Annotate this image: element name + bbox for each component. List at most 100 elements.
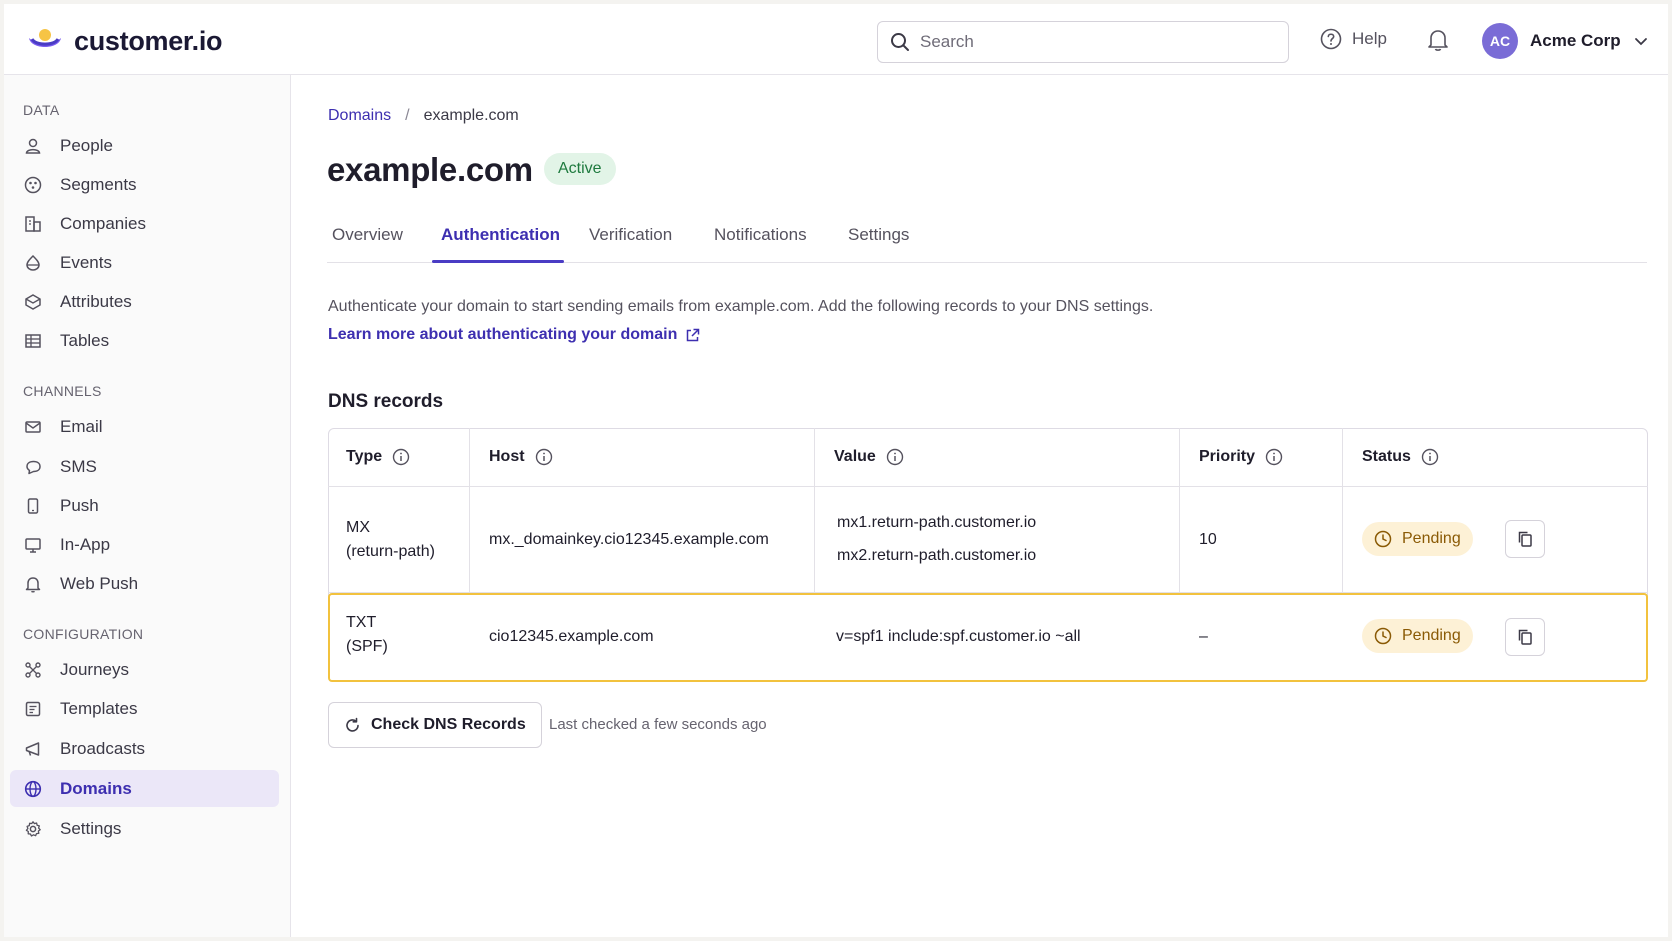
type-line: MX (346, 519, 370, 536)
sidebar-item-templates[interactable]: Templates (10, 690, 279, 727)
status-badge-pending: Pending (1362, 619, 1473, 653)
info-icon[interactable] (1265, 448, 1283, 466)
sidebar-item-label: Web Push (60, 573, 139, 593)
column-header-host: Host (489, 448, 553, 466)
tab-authentication[interactable]: Authentication (441, 225, 560, 245)
sidebar-item-label: Templates (60, 698, 138, 718)
tab-settings[interactable]: Settings (848, 225, 909, 245)
info-icon[interactable] (392, 448, 410, 466)
account-menu[interactable]: AC Acme Corp (1482, 23, 1649, 59)
column-header-label: Priority (1199, 448, 1256, 465)
table-icon (25, 333, 41, 348)
help-button[interactable]: Help (1320, 28, 1387, 50)
breadcrumb-separator: / (405, 107, 410, 124)
learn-more-label: Learn more about authenticating your dom… (328, 326, 678, 343)
cell-priority: 10 (1199, 531, 1217, 548)
type-line: (SPF) (346, 638, 388, 655)
active-tab-indicator (432, 260, 564, 263)
column-header-label: Value (834, 448, 876, 465)
breadcrumb-current: example.com (423, 107, 519, 124)
sidebar-item-label: Domains (60, 778, 132, 798)
notifications-button[interactable] (1427, 28, 1449, 57)
learn-more-link[interactable]: Learn more about authenticating your dom… (328, 326, 700, 344)
page-title: example.com (327, 151, 533, 188)
external-link-icon (687, 328, 700, 341)
sidebar-section-channels: CHANNELS (23, 383, 102, 399)
tab-bar: Overview Authentication Verification Not… (327, 215, 1647, 263)
column-header-type: Type (346, 448, 410, 466)
sidebar-item-broadcasts[interactable]: Broadcasts (10, 730, 279, 767)
value-line[interactable]: mx1.return-path.customer.io (837, 511, 1036, 535)
search-box[interactable] (877, 21, 1289, 63)
column-header-priority: Priority (1199, 448, 1283, 466)
clock-icon (1374, 627, 1392, 645)
top-bar: customer.io Help AC Acme C (4, 4, 1668, 75)
account-name: Acme Corp (1530, 31, 1621, 50)
cell-type: TXT (SPF) (346, 611, 388, 659)
cell-host[interactable]: mx._domainkey.cio12345.example.com (489, 528, 769, 552)
sidebar-item-label: Tables (60, 330, 110, 350)
cell-type: MX (return-path) (346, 516, 435, 564)
sidebar-item-label: Events (60, 252, 112, 272)
tab-notifications[interactable]: Notifications (714, 225, 807, 245)
table-row-highlighted: TXT (SPF) cio12345.example.com v=spf1 in… (328, 593, 1648, 682)
column-header-label: Host (489, 448, 525, 465)
auth-description: Authenticate your domain to start sendin… (328, 298, 1154, 315)
journeys-icon (25, 661, 41, 678)
tab-verification[interactable]: Verification (589, 225, 672, 245)
logo[interactable]: customer.io (26, 24, 223, 58)
sidebar-item-push[interactable]: Push (10, 487, 279, 524)
mail-icon (25, 420, 41, 433)
sidebar-item-label: In-App (60, 534, 111, 554)
value-line[interactable]: mx2.return-path.customer.io (837, 544, 1036, 568)
sidebar-item-events[interactable]: Events (10, 244, 279, 281)
sidebar-item-tables[interactable]: Tables (10, 322, 279, 359)
copy-icon (1518, 629, 1532, 645)
sidebar-item-in-app[interactable]: In-App (10, 526, 279, 563)
phone-icon (27, 497, 39, 514)
copy-button[interactable] (1505, 618, 1545, 656)
chat-icon (26, 460, 41, 474)
sidebar-item-attributes[interactable]: Attributes (10, 283, 279, 320)
search-input[interactable] (920, 32, 1260, 52)
sidebar-item-journeys[interactable]: Journeys (10, 651, 279, 688)
tab-overview[interactable]: Overview (332, 225, 403, 245)
column-header-label: Type (346, 448, 383, 465)
column-header-status: Status (1362, 448, 1439, 466)
sidebar-item-web-push[interactable]: Web Push (10, 565, 279, 602)
cell-value[interactable]: v=spf1 include:spf.customer.io ~all (836, 625, 1081, 649)
sidebar-item-label: Companies (60, 213, 146, 233)
sidebar-item-people[interactable]: People (10, 127, 279, 164)
sidebar-item-label: SMS (60, 456, 97, 476)
copy-icon (1518, 531, 1532, 547)
sidebar-section-configuration: CONFIGURATION (23, 626, 144, 642)
templates-icon (25, 701, 41, 716)
customerio-logo-icon (29, 29, 61, 47)
sidebar-item-label: Journeys (60, 659, 129, 679)
main-content: Domains / example.com example.com Active… (291, 75, 1668, 937)
copy-button[interactable] (1505, 520, 1545, 558)
cell-host[interactable]: cio12345.example.com (489, 625, 654, 649)
sidebar-item-domains[interactable]: Domains (10, 770, 279, 807)
sidebar-item-segments[interactable]: Segments (10, 166, 279, 203)
info-icon[interactable] (1421, 448, 1439, 466)
info-icon[interactable] (886, 448, 904, 466)
check-dns-records-button[interactable]: Check DNS Records (328, 702, 542, 748)
globe-icon (24, 780, 42, 797)
sidebar-item-settings[interactable]: Settings (10, 810, 279, 847)
cell-value: mx1.return-path.customer.io mx2.return-p… (837, 511, 1036, 568)
sidebar-item-email[interactable]: Email (10, 408, 279, 445)
building-icon (25, 215, 41, 232)
sidebar-item-label: Segments (60, 174, 137, 194)
search-icon (891, 33, 909, 51)
sidebar-item-companies[interactable]: Companies (10, 205, 279, 242)
bell-icon (1428, 30, 1448, 51)
status-badge-pending: Pending (1362, 522, 1473, 556)
clock-icon (1374, 530, 1392, 548)
breadcrumb-domains-link[interactable]: Domains (328, 107, 391, 125)
refresh-icon (346, 717, 359, 732)
column-header-label: Status (1362, 448, 1411, 465)
info-icon[interactable] (535, 448, 553, 466)
monitor-icon (25, 537, 41, 553)
sidebar-item-sms[interactable]: SMS (10, 448, 279, 485)
